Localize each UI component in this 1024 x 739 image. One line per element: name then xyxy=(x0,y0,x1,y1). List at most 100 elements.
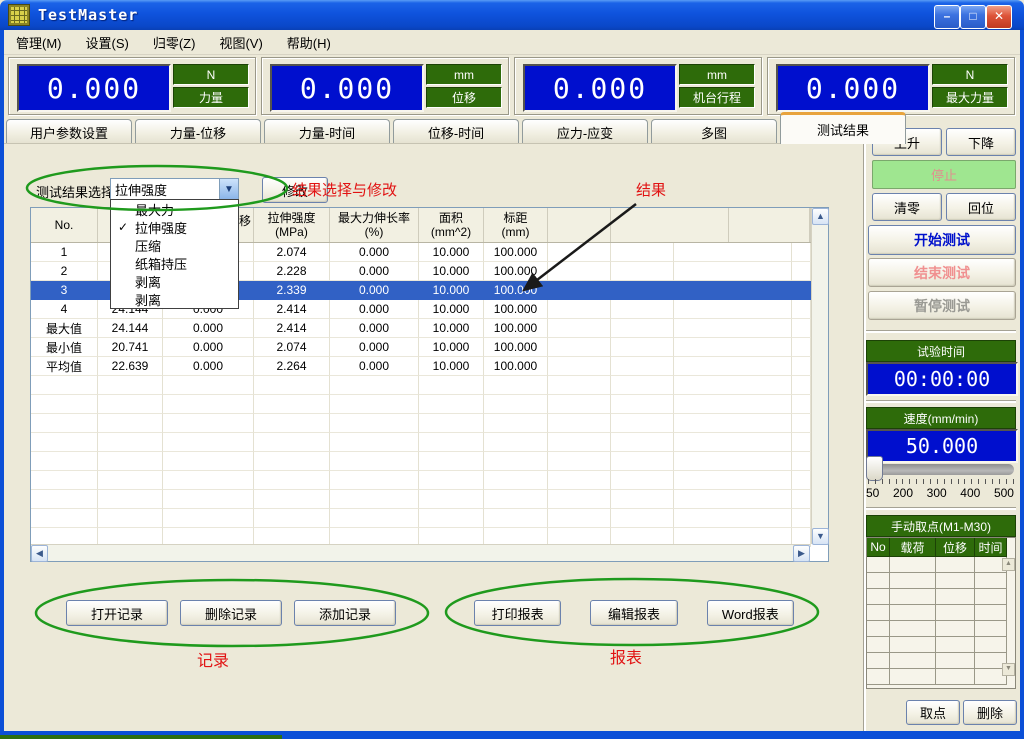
table-header-cell: 拉伸强度(MPa) xyxy=(254,208,330,242)
delete-point-button[interactable]: 删除 xyxy=(963,700,1017,725)
tab[interactable]: 应力-应变 xyxy=(522,119,648,144)
table-row[interactable]: 最小值 20.741 0.000 2.074 0.000 10.000 100.… xyxy=(31,338,811,357)
scroll-left-icon[interactable]: ◀ xyxy=(31,545,48,562)
tab[interactable]: 力量-时间 xyxy=(264,119,390,144)
manual-points-column: 位移 xyxy=(936,538,975,557)
titlebar: TestMaster xyxy=(0,0,1024,30)
display-unit: N xyxy=(173,64,249,85)
slider-ticks xyxy=(868,479,1014,485)
window-border-left xyxy=(0,30,4,735)
scroll-up-icon[interactable]: ▲ xyxy=(1002,558,1015,571)
display-value: 0.000 xyxy=(17,64,171,112)
display-unit: mm xyxy=(679,64,755,85)
dropdown-option[interactable]: 压缩 xyxy=(111,236,238,254)
vertical-scrollbar[interactable]: ▲ ▼ xyxy=(811,208,828,544)
combo-value: 拉伸强度 xyxy=(111,180,219,199)
dropdown-option[interactable]: 最大力 xyxy=(111,200,238,218)
result-select-combo[interactable]: 拉伸强度 ▼ xyxy=(110,178,239,201)
tick-label: 400 xyxy=(960,486,980,500)
checkmark-icon: ✓ xyxy=(118,220,128,234)
tick-label: 300 xyxy=(927,486,947,500)
table-header-cell: 面积(mm^2) xyxy=(419,208,484,242)
record-button[interactable]: 打开记录 xyxy=(66,600,168,626)
display-panel: 0.000 mm 位移 xyxy=(261,57,509,115)
scroll-up-icon[interactable]: ▲ xyxy=(812,208,829,225)
report-button[interactable]: 编辑报表 xyxy=(590,600,677,626)
tab-bar: 用户参数设置 力量-位移 力量-时间 位移-时间 应力-应变 多图 测试结果 xyxy=(6,118,909,144)
stop-button[interactable]: 停止 xyxy=(872,160,1016,189)
minimize-button[interactable]: – xyxy=(934,5,960,29)
display-value: 0.000 xyxy=(776,64,930,112)
table-header-cell: No. xyxy=(31,208,98,242)
dropdown-option[interactable]: ✓ 拉伸强度 xyxy=(111,218,238,236)
display-label: 力量 xyxy=(173,87,249,108)
menubar: 管理(M) 设置(S) 归零(Z) 视图(V) 帮助(H) xyxy=(4,30,1020,55)
display-value: 0.000 xyxy=(270,64,424,112)
manual-points-table[interactable]: No 载荷 位移 时间 ▲ ▼ xyxy=(866,537,1016,689)
table-row[interactable]: 最大值 24.144 0.000 2.414 0.000 10.000 100.… xyxy=(31,319,811,338)
annotation-records: 记录 xyxy=(197,647,229,671)
menu-item[interactable]: 帮助(H) xyxy=(275,30,343,55)
record-button[interactable]: 删除记录 xyxy=(180,600,282,626)
start-test-button[interactable]: 开始测试 xyxy=(868,225,1016,255)
speed-header: 速度(mm/min) xyxy=(866,407,1016,429)
chevron-down-icon[interactable]: ▼ xyxy=(219,179,238,200)
end-test-button[interactable]: 结束测试 xyxy=(868,258,1016,287)
groove-divider xyxy=(866,330,1016,333)
tab[interactable]: 位移-时间 xyxy=(393,119,519,144)
menu-item[interactable]: 归零(Z) xyxy=(141,30,208,55)
menu-item[interactable]: 管理(M) xyxy=(4,30,74,55)
speed-display: 50.000 xyxy=(866,429,1018,463)
horizontal-scrollbar[interactable]: ◀ ▶ xyxy=(31,544,810,561)
maximize-icon: □ xyxy=(969,9,976,23)
speed-slider-track[interactable] xyxy=(869,464,1014,475)
menu-item[interactable]: 设置(S) xyxy=(74,30,141,55)
slider-tick-labels: 50 200 300 400 500 xyxy=(866,486,1014,500)
tick-label: 200 xyxy=(893,486,913,500)
test-time-display: 00:00:00 xyxy=(866,362,1018,396)
pause-test-button[interactable]: 暂停测试 xyxy=(868,291,1016,320)
report-button[interactable]: Word报表 xyxy=(707,600,794,626)
table-row[interactable]: 平均值 22.639 0.000 2.264 0.000 10.000 100.… xyxy=(31,357,811,376)
clear-button[interactable]: 清零 xyxy=(872,193,942,221)
result-select-label: 测试结果选择 xyxy=(36,182,114,201)
tab[interactable]: 力量-位移 xyxy=(135,119,261,144)
dropdown-option[interactable]: 剥离 xyxy=(111,290,238,308)
menu-item[interactable]: 视图(V) xyxy=(207,30,274,55)
window-title: TestMaster xyxy=(38,6,138,24)
result-dropdown-list: 最大力 ✓ 拉伸强度 压缩 纸箱持压 剥离 剥离 xyxy=(110,199,239,309)
record-button[interactable]: 添加记录 xyxy=(294,600,396,626)
record-buttons-group: 打开记录 删除记录 添加记录 xyxy=(66,600,396,626)
dropdown-option[interactable]: 纸箱持压 xyxy=(111,254,238,272)
manual-points-column: No xyxy=(867,538,890,557)
down-button[interactable]: 下降 xyxy=(946,128,1016,156)
scroll-down-icon[interactable]: ▼ xyxy=(812,528,829,545)
annotation-reports: 报表 xyxy=(610,644,642,668)
display-label: 位移 xyxy=(426,87,502,108)
close-icon: ✕ xyxy=(994,9,1004,23)
tab[interactable]: 用户参数设置 xyxy=(6,119,132,144)
speed-slider-thumb[interactable] xyxy=(866,456,883,481)
table-header-cell: 标距(mm) xyxy=(484,208,548,242)
hidden-header-peek: 移 xyxy=(239,212,251,229)
return-button[interactable]: 回位 xyxy=(946,193,1016,221)
display-label: 机台行程 xyxy=(679,87,755,108)
tab[interactable]: 多图 xyxy=(651,119,777,144)
maximize-button[interactable]: □ xyxy=(960,5,986,29)
manual-points-header-row: No 载荷 位移 时间 xyxy=(867,538,1015,557)
scroll-down-icon[interactable]: ▼ xyxy=(1002,663,1015,676)
scroll-right-icon[interactable]: ▶ xyxy=(793,545,810,562)
display-panel: 0.000 N 力量 xyxy=(8,57,256,115)
take-point-button[interactable]: 取点 xyxy=(906,700,960,725)
tab[interactable]: 测试结果 xyxy=(780,112,906,144)
report-button[interactable]: 打印报表 xyxy=(474,600,561,626)
display-panel: 0.000 mm 机台行程 xyxy=(514,57,762,115)
app-icon xyxy=(8,4,30,26)
minimize-icon: – xyxy=(944,9,951,23)
close-button[interactable]: ✕ xyxy=(986,5,1012,29)
manual-points-grid xyxy=(867,557,1015,685)
tick-label: 50 xyxy=(866,486,879,500)
tab-underline xyxy=(4,143,860,144)
dropdown-option[interactable]: 剥离 xyxy=(111,272,238,290)
display-label: 最大力量 xyxy=(932,87,1008,108)
